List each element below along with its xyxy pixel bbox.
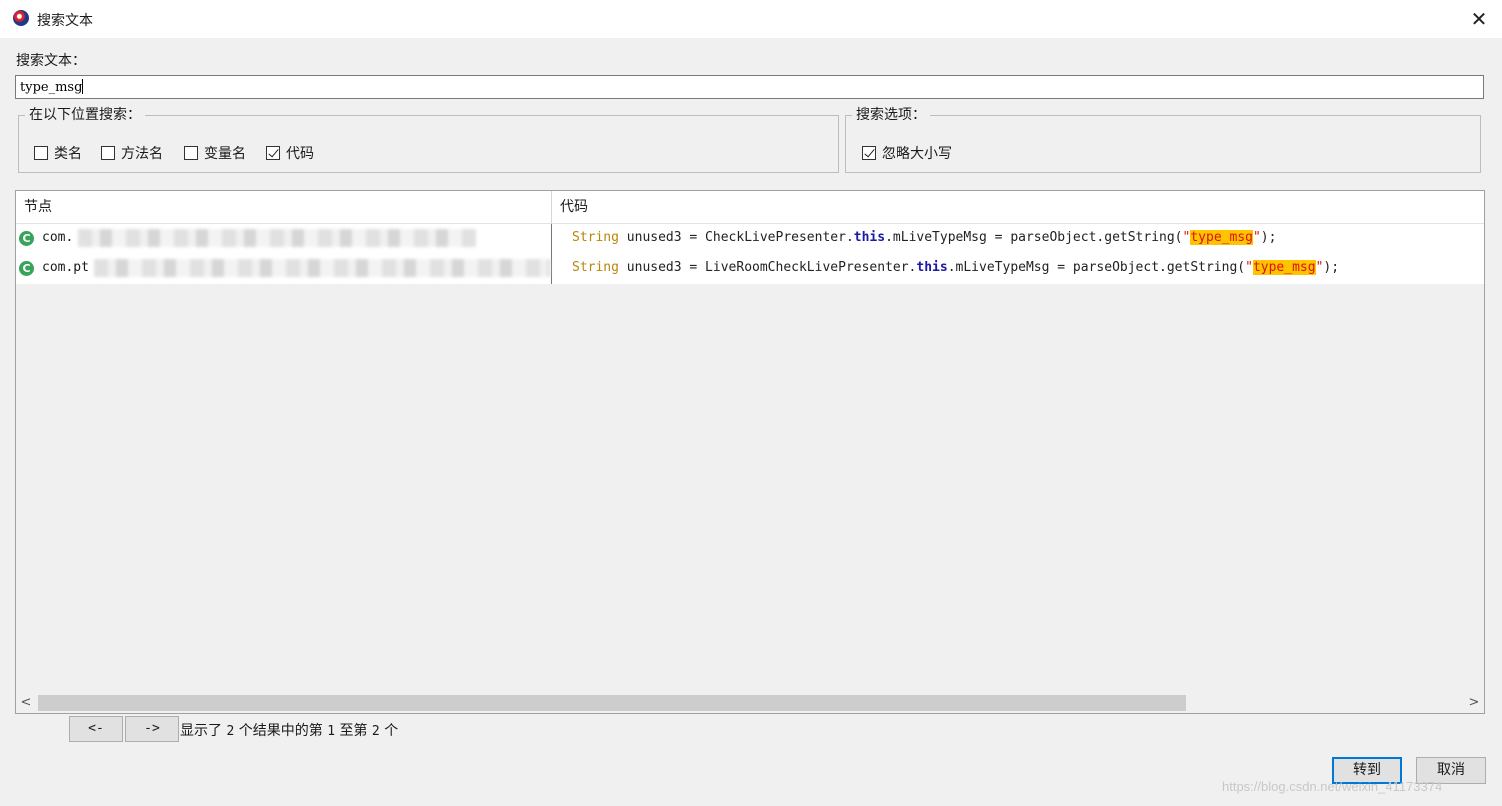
result-status: 显示了 2 个结果中的第 1 至第 2 个 [180,720,398,740]
table-row[interactable]: C com. String unused3 = CheckLivePresent… [16,224,1484,254]
code-cell[interactable]: String unused3 = CheckLivePresenter.this… [572,230,1276,245]
close-icon[interactable]: ✕ [1456,0,1502,38]
class-icon: C [19,231,34,246]
code-token: ); [1323,260,1340,275]
code-token: .mLiveTypeMsg = parseObject.getString( [947,260,1246,275]
checkbox-label: 方法名 [121,146,163,162]
code-cell[interactable]: String unused3 = LiveRoomCheckLivePresen… [572,260,1339,275]
checkbox-box[interactable] [184,146,198,160]
search-location-group: 在以下位置搜索： 类名 方法名 变量名 代码 [18,104,839,173]
text-caret [82,79,84,94]
match-highlight: type_msg [1190,230,1253,245]
column-header-label: 节点 [24,199,52,215]
table-row[interactable]: C com.pt String unused3 = LiveRoomCheckL… [16,254,1484,284]
checkbox-label: 类名 [54,146,82,162]
code-keyword-token: this [916,260,948,275]
node-text: com. [42,230,74,245]
checkbox-ignore-case[interactable]: 忽略大小写 [862,143,952,163]
class-icon: C [19,261,34,276]
status-text: 个结果中的第 [238,723,323,739]
status-total: 2 [226,724,235,739]
watermark-text: https://blog.csdn.net/weixin_41173374 [1222,779,1443,794]
code-token: ); [1260,230,1277,245]
prev-result-button[interactable]: <- [69,716,123,742]
search-location-title: 在以下位置搜索： [25,104,145,124]
checkbox-label: 代码 [286,146,314,162]
search-input[interactable]: type_msg [15,75,1484,99]
results-table: 节点 代码 C com. String unused3 = CheckLiveP… [15,190,1485,714]
column-header-node[interactable]: 节点 [16,191,552,224]
search-input-value: type_msg [20,80,83,95]
title-bar: 搜索文本 ✕ [0,0,1502,38]
status-to: 2 [371,724,380,739]
checkbox-label: 变量名 [204,146,246,162]
checkbox-label: 忽略大小写 [882,146,952,162]
checkbox-method-name[interactable]: 方法名 [101,143,163,163]
code-token: .mLiveTypeMsg = parseObject.getString( [885,230,1183,245]
checkbox-box-checked[interactable] [266,146,280,160]
column-header-label: 代码 [560,199,588,215]
scroll-right-icon[interactable]: > [1464,693,1484,713]
status-text: 个 [384,723,399,739]
scroll-left-icon[interactable]: < [16,693,36,713]
status-from: 1 [327,724,336,739]
search-options-title: 搜索选项： [852,104,930,124]
node-cell[interactable]: C com. [16,224,552,254]
search-options-group: 搜索选项： 忽略大小写 [845,104,1481,173]
status-text: 显示了 [180,723,222,739]
node-text: com.pt [42,260,89,275]
dialog-body: 搜索文本： type_msg 在以下位置搜索： 类名 方法名 变量名 代码 搜索… [0,38,1502,806]
match-highlight: type_msg [1252,260,1316,275]
checkbox-code[interactable]: 代码 [266,143,314,163]
horizontal-scrollbar[interactable]: < > [16,693,1484,713]
column-header-code[interactable]: 代码 [552,191,1484,224]
search-label: 搜索文本： [16,53,86,69]
scroll-thumb[interactable] [38,695,1186,711]
status-text: 至第 [339,723,368,739]
redacted-blur [78,229,476,247]
checkbox-box[interactable] [34,146,48,160]
code-keyword-token: this [853,230,886,245]
code-token: unused3 = LiveRoomCheckLivePresenter. [618,260,917,275]
node-cell[interactable]: C com.pt [16,254,552,284]
redacted-blur [94,259,550,277]
code-type-token: String [572,230,619,245]
code-string-quote: " [1252,230,1261,245]
app-icon [13,10,29,26]
next-result-button[interactable]: -> [125,716,179,742]
checkbox-box[interactable] [101,146,115,160]
checkbox-class-name[interactable]: 类名 [34,143,82,163]
checkbox-box-checked[interactable] [862,146,876,160]
code-token: unused3 = CheckLivePresenter. [618,230,854,245]
code-type-token: String [572,260,619,275]
checkbox-variable-name[interactable]: 变量名 [184,143,246,163]
window-title: 搜索文本 [37,13,93,29]
code-string-quote: " [1245,260,1253,275]
